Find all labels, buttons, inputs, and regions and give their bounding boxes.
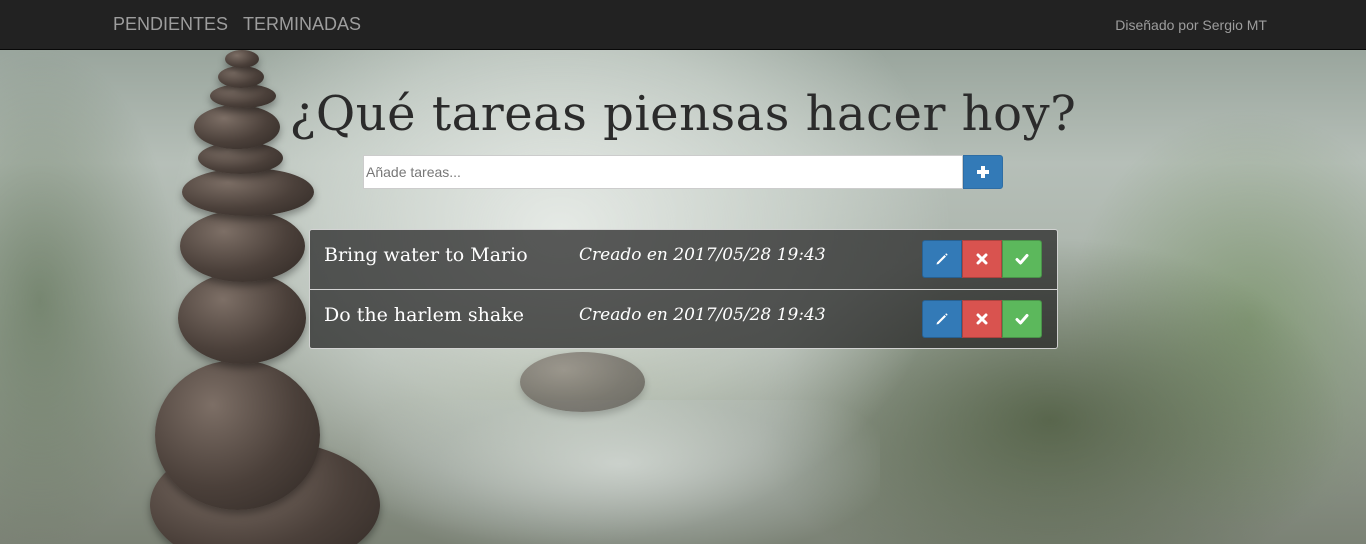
add-task-input[interactable] [363, 155, 963, 189]
edit-task-button[interactable] [922, 300, 962, 338]
add-task-button[interactable] [963, 155, 1003, 189]
task-actions [922, 240, 1042, 278]
task-name: Bring water to Mario [324, 244, 528, 266]
complete-task-button[interactable] [1002, 240, 1042, 278]
plus-icon [977, 166, 989, 178]
pencil-icon [936, 313, 948, 325]
task-list: Bring water to Mario Creado en 2017/05/2… [309, 229, 1058, 349]
nav-pendientes-link[interactable]: PENDIENTES [113, 14, 228, 35]
task-name: Do the harlem shake [324, 304, 524, 326]
designer-credit: Diseñado por Sergio MT [1115, 17, 1267, 33]
check-icon [1015, 314, 1029, 325]
page-title: ¿Qué tareas piensas hacer hoy? [289, 86, 1077, 142]
task-created-date: Creado en 2017/05/28 19:43 [579, 305, 826, 325]
close-icon [976, 253, 988, 265]
nav-terminadas-link[interactable]: TERMINADAS [243, 14, 361, 35]
close-icon [976, 313, 988, 325]
top-navbar: PENDIENTES TERMINADAS Diseñado por Sergi… [0, 0, 1366, 50]
delete-task-button[interactable] [962, 240, 1002, 278]
complete-task-button[interactable] [1002, 300, 1042, 338]
delete-task-button[interactable] [962, 300, 1002, 338]
task-actions [922, 300, 1042, 338]
pencil-icon [936, 253, 948, 265]
task-row: Do the harlem shake Creado en 2017/05/28… [310, 289, 1057, 348]
main-content: ¿Qué tareas piensas hacer hoy? Bring wat… [0, 50, 1366, 544]
task-row: Bring water to Mario Creado en 2017/05/2… [310, 230, 1057, 289]
check-icon [1015, 254, 1029, 265]
task-created-date: Creado en 2017/05/28 19:43 [579, 245, 826, 265]
edit-task-button[interactable] [922, 240, 962, 278]
